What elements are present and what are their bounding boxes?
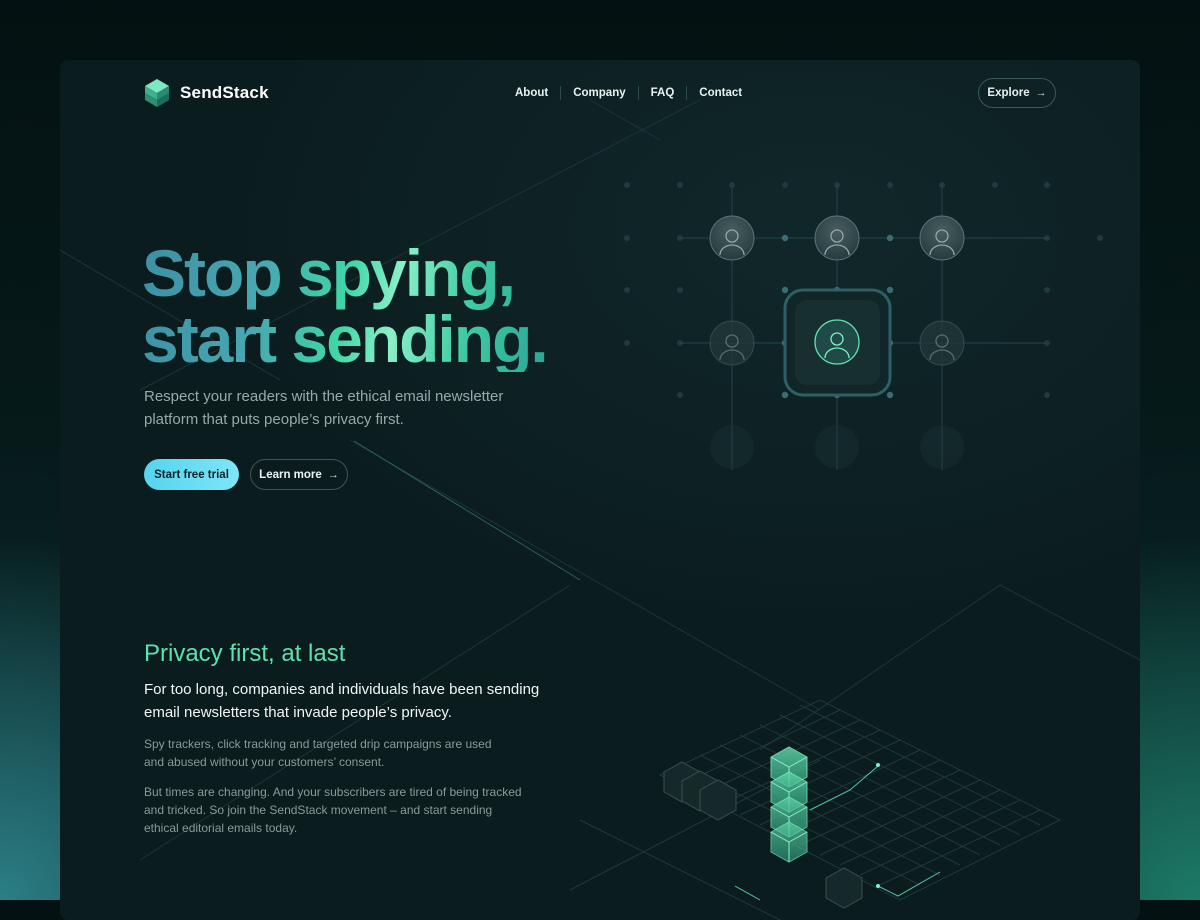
start-free-trial-button[interactable]: Start free trial <box>144 459 239 490</box>
hero-subtitle: Respect your readers with the ethical em… <box>144 388 504 428</box>
nav-item-about[interactable]: About <box>503 86 560 100</box>
stacked-layers-logo-icon <box>145 79 169 107</box>
nav-item-company[interactable]: Company <box>560 86 637 100</box>
user-avatar-icon-mid-right <box>919 320 965 366</box>
nav-item-faq[interactable]: FAQ <box>637 86 687 100</box>
privacy-section-title: Privacy first, at last <box>144 640 346 667</box>
brand-name: SendStack <box>180 83 269 102</box>
user-avatar-icon-top-center <box>814 215 860 261</box>
hero-title: Stop spying, start sending. <box>142 240 547 372</box>
user-avatar-icon-top-left <box>709 215 755 261</box>
explore-button[interactable]: Explore → <box>978 78 1056 108</box>
privacy-lead-text: For too long, companies and individuals … <box>144 681 540 721</box>
nav-item-contact[interactable]: Contact <box>686 86 754 100</box>
privacy-paragraph-2: But times are changing. And your subscri… <box>144 785 522 835</box>
page-frame: SendStack About Company FAQ Contact Expl… <box>60 60 1140 920</box>
user-avatar-icon-mid-left <box>709 320 755 366</box>
arrow-right-icon: → <box>1035 87 1047 99</box>
explore-label: Explore <box>987 87 1030 99</box>
user-avatar-icon-top-right <box>919 215 965 261</box>
hero-title-line-2: start sending. <box>142 302 547 376</box>
privacy-paragraph-1: Spy trackers, click tracking and targete… <box>144 737 492 769</box>
main-nav: About Company FAQ Contact <box>503 86 754 100</box>
arrow-right-icon: → <box>327 468 339 481</box>
gray-cubes <box>663 761 863 909</box>
learn-more-label: Learn more <box>259 468 322 481</box>
hero-title-line-1: Stop spying, <box>142 236 514 310</box>
selected-user-card-icon <box>783 288 892 397</box>
brand-logo[interactable]: SendStack <box>144 78 269 108</box>
isometric-grid <box>569 699 1062 920</box>
green-cube-stack <box>770 746 808 863</box>
learn-more-button[interactable]: Learn more → <box>250 459 348 490</box>
user-avatar-icon-bottom-faded <box>710 425 964 469</box>
